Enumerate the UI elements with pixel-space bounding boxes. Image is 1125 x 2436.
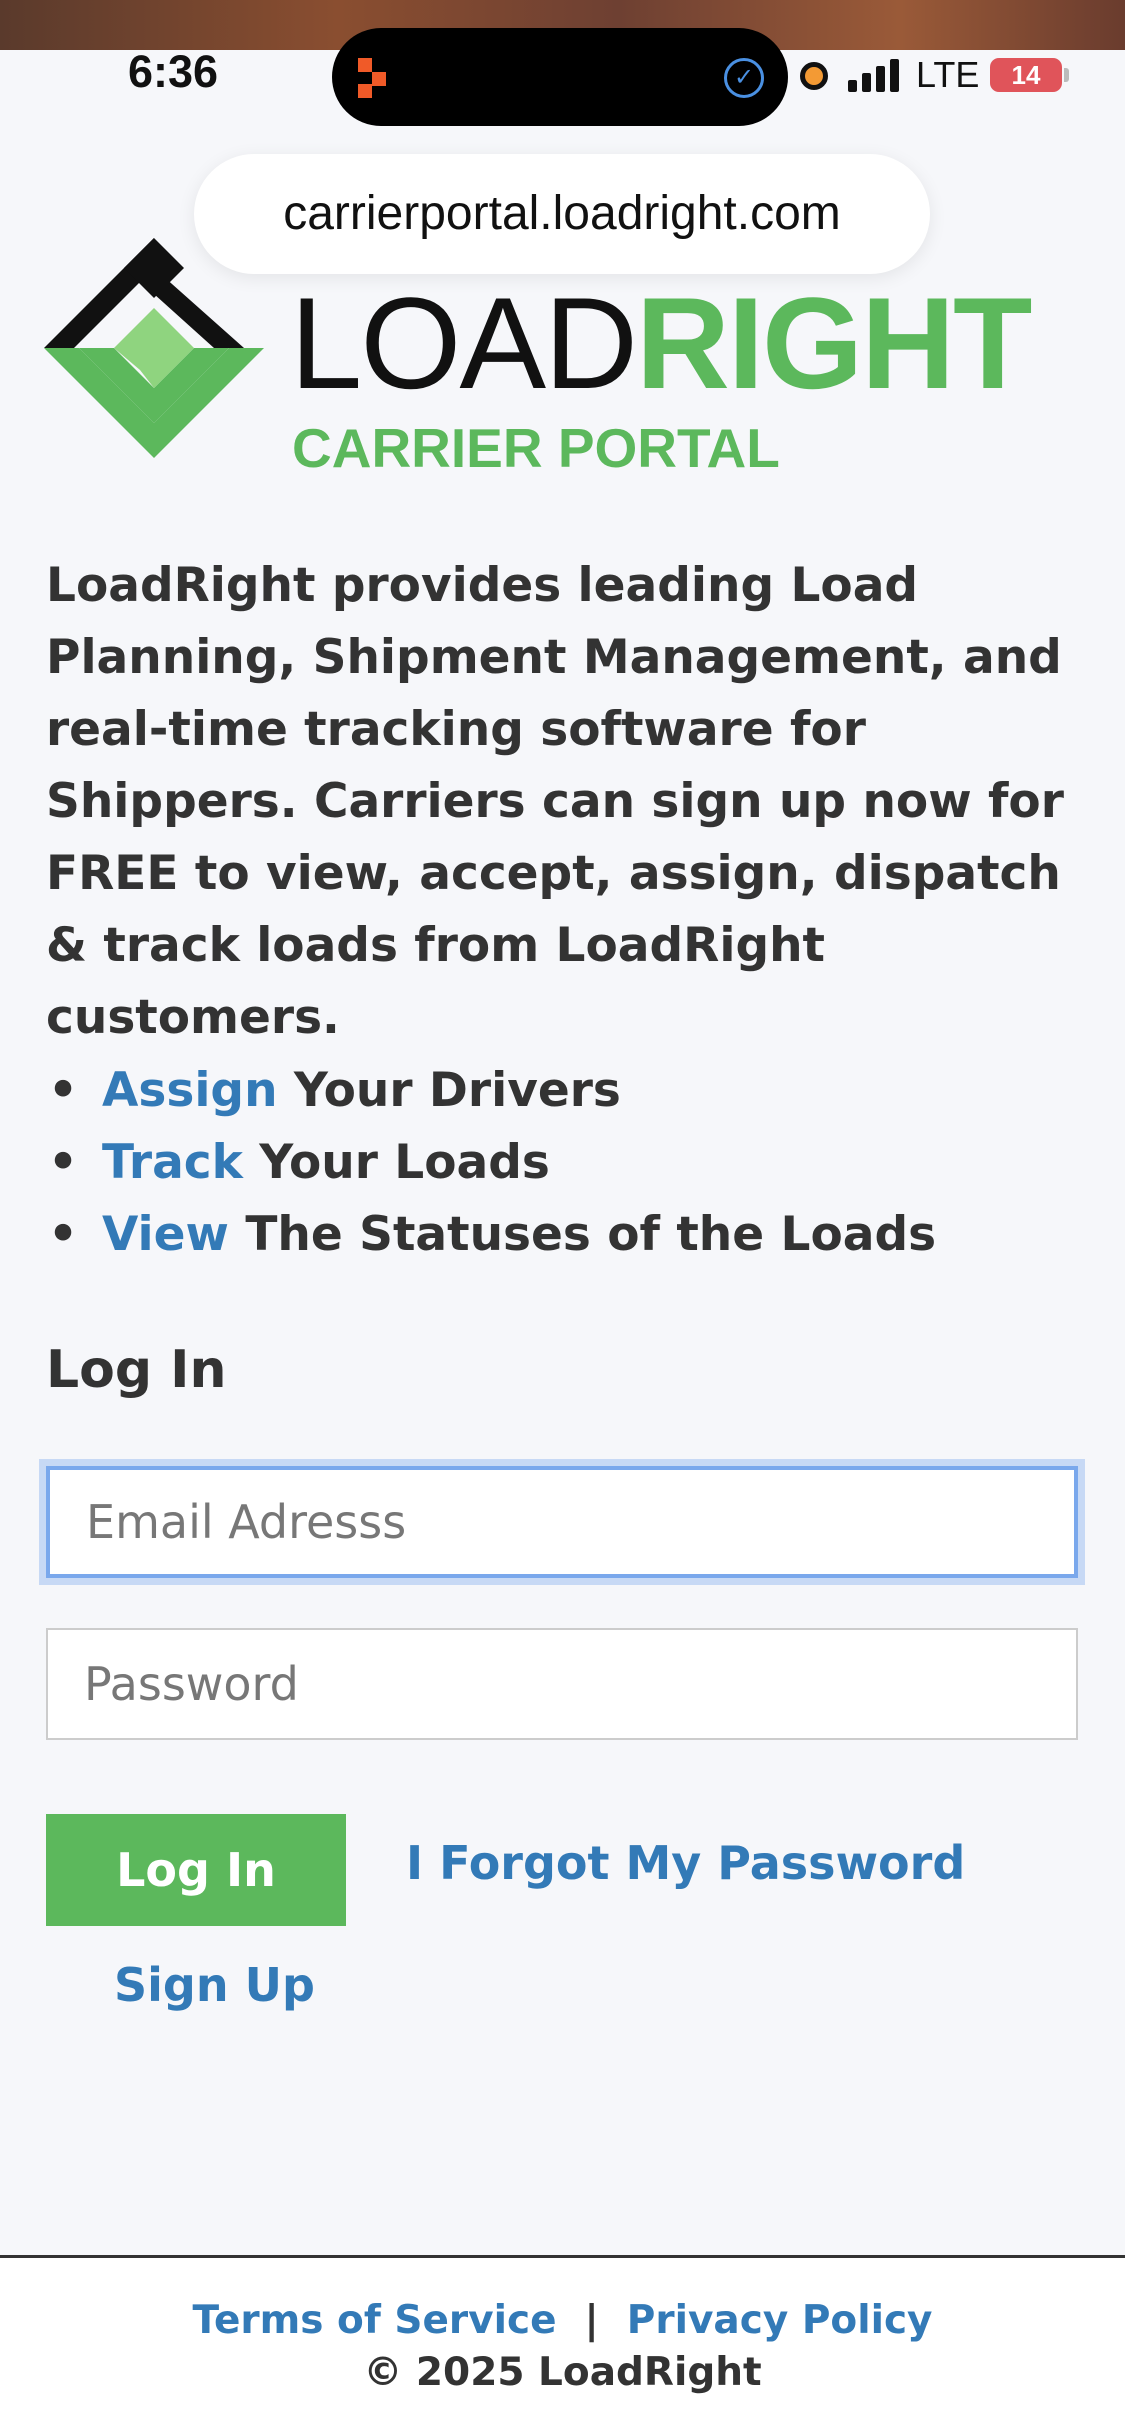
battery-icon: 14 [990,58,1062,92]
list-item: View The Statuses of the Loads [46,1199,1086,1271]
recording-dot-icon [800,62,828,90]
email-field[interactable] [46,1466,1078,1578]
feature-link-view[interactable]: View [102,1207,229,1262]
sign-up-link[interactable]: Sign Up [114,1958,315,2012]
list-item: Assign Your Drivers [46,1055,1086,1127]
signal-icon [848,58,902,92]
carrier-label: LTE [916,54,980,95]
feature-link-track[interactable]: Track [102,1135,243,1190]
list-item: Track Your Loads [46,1127,1086,1199]
footer: Terms of Service | Privacy Policy © 2025 L… [0,2258,1125,2436]
feature-list: Assign Your Drivers Track Your Loads Vie… [46,1055,1086,1271]
intro-paragraph: LoadRight provides leading Load Planning… [46,558,1064,1045]
privacy-policy-link[interactable]: Privacy Policy [627,2298,933,2343]
status-bar: 6:36 ✓ LTE 14 [0,0,1125,150]
login-button[interactable]: Log In [46,1814,346,1926]
dynamic-island[interactable]: ✓ [332,28,788,126]
battery-nub [1064,68,1069,82]
logo-wordmark: LOADRIGHT [290,278,1032,408]
url-bar[interactable]: carrierportal.loadright.com [194,154,930,274]
check-circle-icon: ✓ [724,58,764,98]
feature-text: Your Loads [242,1135,550,1190]
feature-text: The Statuses of the Loads [228,1207,937,1262]
loadright-logo-icon [44,238,264,458]
terms-of-service-link[interactable]: Terms of Service [193,2298,557,2343]
forgot-password-link[interactable]: I Forgot My Password [406,1836,965,1890]
logo-subtitle: CARRIER PORTAL [292,417,780,479]
logo-word-load: LOAD [290,270,638,416]
app-icon [358,58,386,98]
status-time: 6:36 [128,46,219,97]
login-heading: Log In [46,1340,227,1400]
feature-link-assign[interactable]: Assign [102,1063,278,1118]
password-field[interactable] [46,1628,1078,1740]
footer-separator: | [584,2298,599,2343]
footer-links: Terms of Service | Privacy Policy [0,2298,1125,2343]
logo-word-right: RIGHT [636,270,1032,416]
feature-text: Your Drivers [277,1063,621,1118]
copyright-text: © 2025 LoadRight [363,2350,762,2395]
